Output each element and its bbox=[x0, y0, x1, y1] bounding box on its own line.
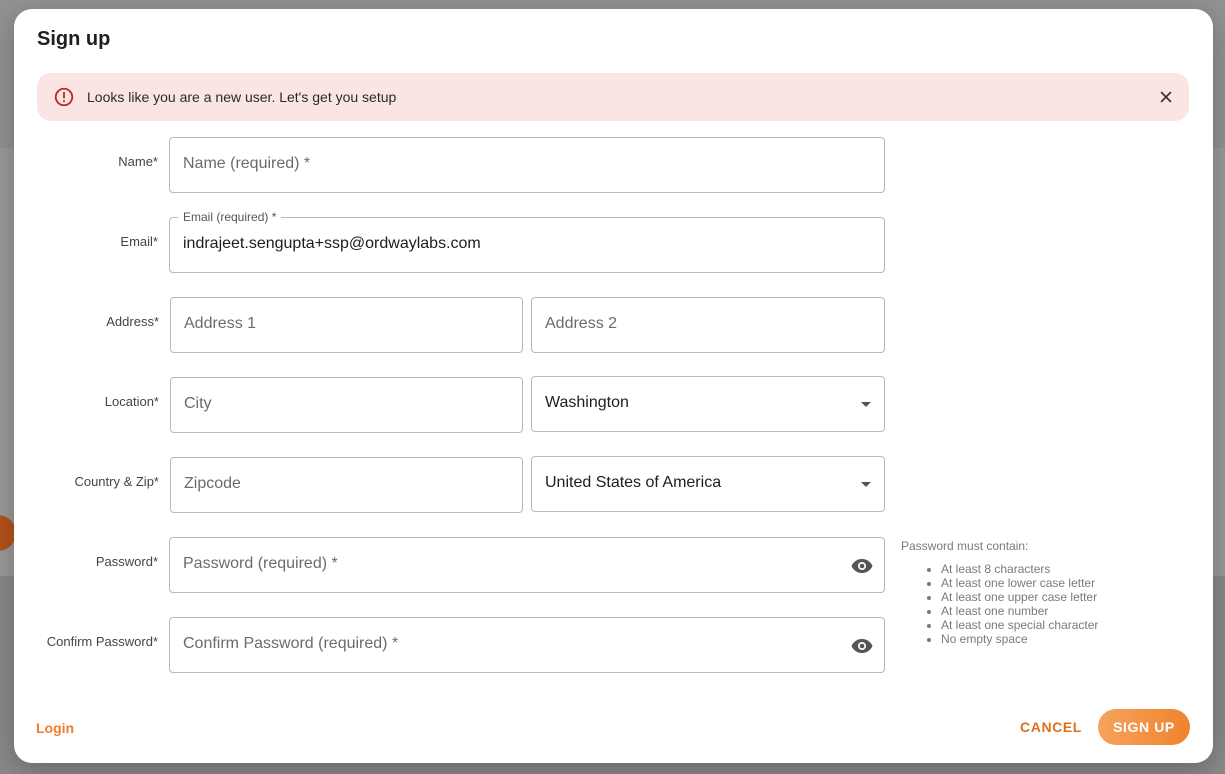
chevron-down-icon bbox=[861, 482, 871, 487]
email-floating-label: Email (required) * bbox=[178, 210, 282, 224]
email-value: indrajeet.sengupta+ssp@ordwaylabs.com bbox=[183, 235, 481, 252]
address-label: Address* bbox=[106, 314, 159, 329]
email-input[interactable]: Email (required) * indrajeet.sengupta+ss… bbox=[169, 210, 885, 273]
address1-placeholder: Address 1 bbox=[184, 315, 257, 332]
address2-input[interactable]: Address 2 bbox=[531, 297, 885, 353]
password-placeholder: Password (required) * bbox=[183, 555, 338, 572]
login-link[interactable]: Login bbox=[36, 720, 74, 736]
close-icon[interactable] bbox=[1157, 88, 1175, 106]
password-requirements-list: At least 8 characters At least one lower… bbox=[941, 562, 1098, 646]
alert-message: Looks like you are a new user. Let's get… bbox=[87, 89, 397, 105]
signup-dialog: Sign up Looks like you are a new user. L… bbox=[14, 9, 1213, 763]
address1-input[interactable]: Address 1 bbox=[170, 297, 523, 353]
password-label: Password* bbox=[95, 554, 158, 569]
country-value: United States of America bbox=[545, 474, 722, 491]
password-requirements-heading: Password must contain: bbox=[901, 539, 1029, 553]
city-input[interactable]: City bbox=[170, 377, 523, 433]
name-label: Name* bbox=[118, 154, 158, 169]
eye-icon[interactable] bbox=[850, 634, 874, 658]
dialog-title: Sign up bbox=[37, 28, 111, 50]
location-label: Location* bbox=[104, 394, 159, 409]
confirm-password-label: Confirm Password* bbox=[46, 634, 158, 649]
chevron-down-icon bbox=[861, 402, 871, 407]
zipcode-input[interactable]: Zipcode bbox=[170, 457, 523, 513]
name-input[interactable]: Name (required) * bbox=[169, 137, 885, 193]
email-label: Email* bbox=[120, 234, 158, 249]
error-circle-icon bbox=[54, 87, 74, 107]
requirement-item: At least one number bbox=[941, 604, 1098, 618]
eye-icon[interactable] bbox=[850, 554, 874, 578]
sign-up-button[interactable]: SIGN UP bbox=[1098, 709, 1190, 745]
requirement-item: At least one lower case letter bbox=[941, 576, 1098, 590]
requirement-item: At least 8 characters bbox=[941, 562, 1098, 576]
requirement-item: At least one special character bbox=[941, 618, 1098, 632]
password-requirements: Password must contain: At least 8 charac… bbox=[901, 539, 1098, 646]
state-select[interactable]: Washington bbox=[531, 376, 885, 432]
city-placeholder: City bbox=[184, 395, 212, 412]
confirm-password-placeholder: Confirm Password (required) * bbox=[183, 635, 399, 652]
country-select[interactable]: United States of America bbox=[531, 456, 885, 512]
confirm-password-input[interactable]: Confirm Password (required) * bbox=[169, 617, 885, 673]
address2-placeholder: Address 2 bbox=[545, 315, 618, 332]
name-placeholder: Name (required) * bbox=[183, 155, 311, 172]
requirement-item: At least one upper case letter bbox=[941, 590, 1098, 604]
zipcode-placeholder: Zipcode bbox=[184, 475, 241, 492]
requirement-item: No empty space bbox=[941, 632, 1098, 646]
country-zip-label: Country & Zip* bbox=[74, 474, 159, 489]
state-value: Washington bbox=[545, 394, 629, 411]
new-user-alert: Looks like you are a new user. Let's get… bbox=[37, 73, 1189, 121]
cancel-button[interactable]: CANCEL bbox=[1015, 710, 1087, 744]
password-input[interactable]: Password (required) * bbox=[169, 537, 885, 593]
